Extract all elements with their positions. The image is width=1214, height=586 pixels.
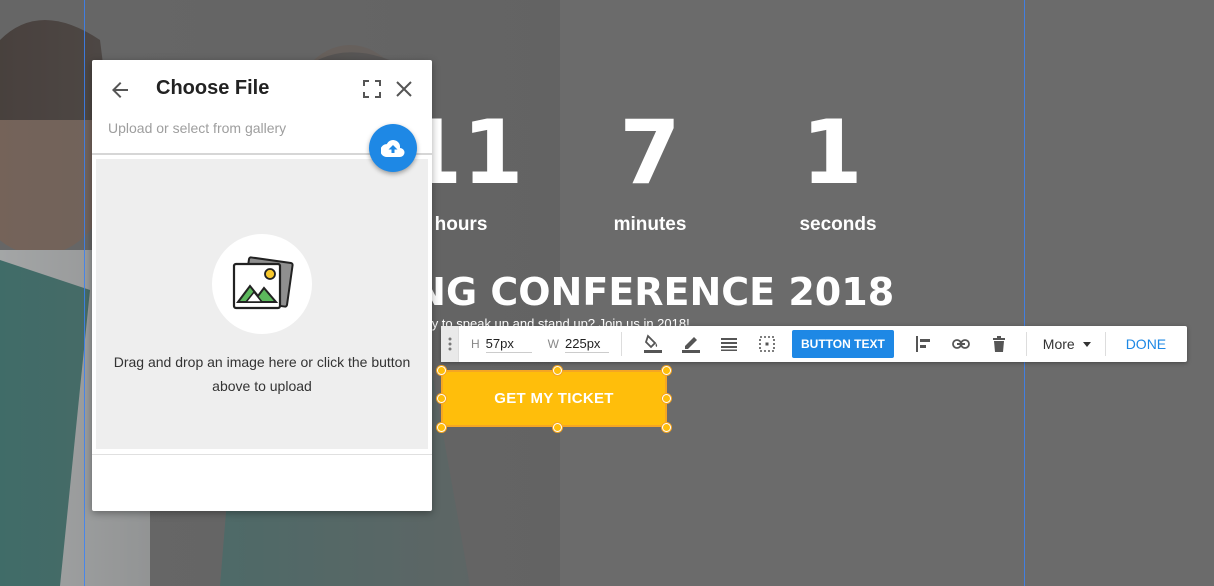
back-arrow-icon[interactable]: [108, 78, 132, 102]
get-ticket-button[interactable]: GET MY TICKET: [441, 370, 667, 427]
toolbar-divider: [621, 332, 622, 356]
link-icon[interactable]: [942, 326, 980, 362]
panel-footer-divider: [92, 454, 432, 455]
countdown-minutes-value: 7: [619, 101, 681, 204]
width-label: W: [547, 337, 559, 351]
border-color-icon[interactable]: [672, 326, 710, 362]
image-drop-zone[interactable]: Drag and drop an image here or click the…: [96, 159, 428, 449]
width-input[interactable]: 225px: [565, 336, 609, 353]
guide-line-left: [84, 0, 85, 586]
done-button[interactable]: DONE: [1106, 336, 1186, 352]
choose-file-panel: Choose File Upload or select from galler…: [92, 60, 432, 511]
delete-icon[interactable]: [980, 326, 1018, 362]
resize-handle-tr[interactable]: [662, 366, 671, 375]
width-field[interactable]: W 225px: [548, 336, 609, 353]
hero-headline: ING CONFERENCE 2018: [400, 270, 895, 314]
toolbar-divider: [1025, 332, 1027, 356]
border-style-icon[interactable]: [710, 326, 748, 362]
countdown-seconds-value: 1: [801, 101, 863, 204]
fill-color-icon[interactable]: [634, 326, 672, 362]
guide-line-right: [1024, 0, 1025, 586]
resize-handle-mr[interactable]: [662, 394, 671, 403]
element-toolbar: H 57px W 225px BUTTON TEXT More DONE: [441, 326, 1187, 362]
gallery-image-icon: [212, 234, 312, 334]
resize-handle-tl[interactable]: [437, 366, 446, 375]
height-label: H: [471, 337, 480, 351]
resize-handle-bl[interactable]: [437, 423, 446, 432]
resize-handle-tm[interactable]: [553, 366, 562, 375]
more-label: More: [1042, 336, 1075, 352]
align-left-icon[interactable]: [904, 326, 942, 362]
countdown-minutes-label: minutes: [613, 214, 687, 235]
padding-icon[interactable]: [748, 326, 786, 362]
drag-handle-icon[interactable]: [441, 326, 459, 362]
button-text-button[interactable]: BUTTON TEXT: [792, 330, 894, 358]
resize-handle-br[interactable]: [662, 423, 671, 432]
upload-button[interactable]: [369, 124, 417, 172]
height-field[interactable]: H 57px: [471, 336, 532, 353]
close-icon[interactable]: [394, 79, 414, 99]
countdown-seconds-label: seconds: [799, 214, 877, 235]
cloud-upload-icon: [381, 139, 405, 157]
caret-down-icon: [1082, 341, 1091, 347]
panel-subtitle: Upload or select from gallery: [108, 120, 287, 136]
get-ticket-label: GET MY TICKET: [494, 390, 614, 407]
drop-instructions: Drag and drop an image here or click the…: [113, 354, 411, 394]
panel-title: Choose File: [156, 77, 270, 99]
resize-handle-bm[interactable]: [553, 423, 562, 432]
more-dropdown[interactable]: More: [1035, 336, 1105, 352]
height-input[interactable]: 57px: [485, 336, 532, 353]
fullscreen-icon[interactable]: [362, 79, 382, 99]
resize-handle-ml[interactable]: [437, 394, 446, 403]
